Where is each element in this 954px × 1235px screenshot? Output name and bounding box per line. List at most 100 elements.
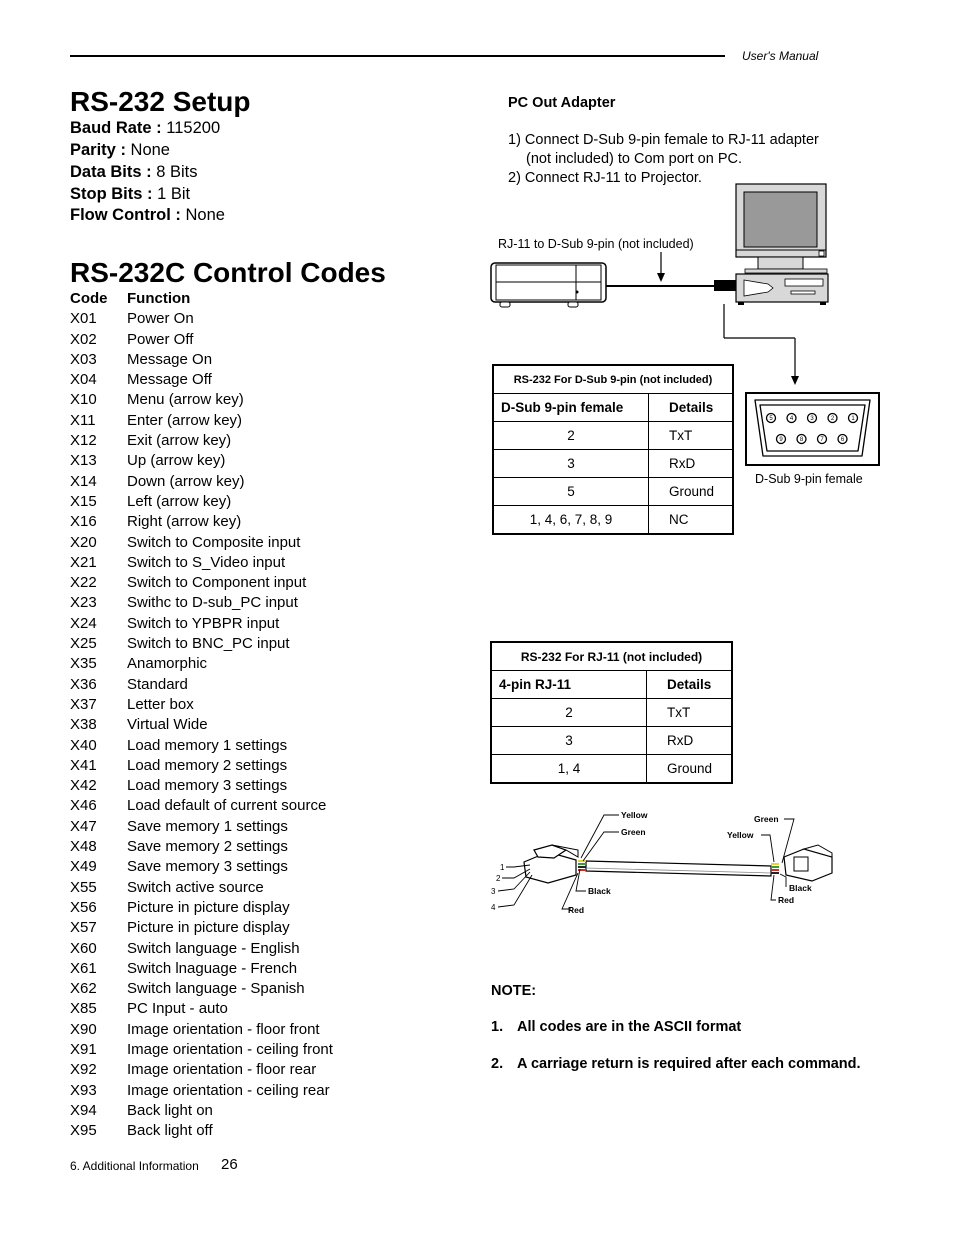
code-row: X62 Switch language - Spanish xyxy=(70,979,333,999)
note-item: 1. All codes are in the ASCII format xyxy=(491,1019,741,1035)
code-row: X16 Right (arrow key) xyxy=(70,512,333,532)
table-caption: RS-232 For RJ-11 (not included) xyxy=(490,641,733,671)
code-row: X92 Image orientation - floor rear xyxy=(70,1060,333,1080)
pin-cell: 1, 4, 6, 7, 8, 9 xyxy=(492,505,649,535)
code-value: X62 xyxy=(70,980,97,998)
code-function: Image orientation - floor rear xyxy=(127,1061,317,1079)
code-row: X49 Save memory 3 settings xyxy=(70,857,333,877)
detail-cell: RxD xyxy=(648,449,734,478)
pin-label: 1 xyxy=(500,863,505,872)
code-function: Switch to YPBPR input xyxy=(127,614,280,632)
computer-icon xyxy=(735,183,829,305)
setup-param-baud-rate: Baud Rate : 115200 xyxy=(70,119,220,138)
setup-param-flow-control: Flow Control : None xyxy=(70,206,225,225)
code-column-header: Code xyxy=(70,290,108,307)
code-function: Menu (arrow key) xyxy=(127,391,244,409)
param-value: 115200 xyxy=(166,119,221,137)
wire-label-black-left: Black xyxy=(588,886,611,896)
code-function: Exit (arrow key) xyxy=(127,432,232,450)
table-row: 1, 4, 6, 7, 8, 9 NC xyxy=(492,505,734,535)
function-column-header: Function xyxy=(127,290,191,307)
detail-cell: Ground xyxy=(646,754,733,784)
code-function: Anamorphic xyxy=(127,655,208,673)
adapter-step-1-cont: (not included) to Com port on PC. xyxy=(526,151,742,167)
wire-label-black-right: Black xyxy=(789,883,812,893)
wire-label-green-right: Green xyxy=(754,814,779,824)
code-function: Switch lnaguage - French xyxy=(127,959,298,977)
code-row: X36 Standard xyxy=(70,675,333,695)
code-value: X90 xyxy=(70,1020,97,1038)
dsub-label: D-Sub 9-pin female xyxy=(755,472,863,486)
note-text: A carriage return is required after each… xyxy=(517,1056,861,1072)
code-row: X95 Back light off xyxy=(70,1121,333,1141)
code-row: X90 Image orientation - floor front xyxy=(70,1020,333,1040)
code-function: Switch to Component input xyxy=(127,574,307,592)
param-label: Flow Control : xyxy=(70,206,181,224)
code-value: X55 xyxy=(70,878,97,896)
code-value: X36 xyxy=(70,675,97,693)
detail-cell: Ground xyxy=(648,477,734,506)
code-function: Image orientation - floor front xyxy=(127,1020,320,1038)
code-row: X38 Virtual Wide xyxy=(70,715,333,735)
table-row: 3 RxD xyxy=(492,449,734,478)
dsub-pin: 7 xyxy=(816,433,828,445)
detail-cell: RxD xyxy=(646,726,733,755)
param-value: 8 Bits xyxy=(156,163,198,181)
code-row: X42 Load memory 3 settings xyxy=(70,776,333,796)
wire-label-red-left: Red xyxy=(568,905,584,915)
note-title: NOTE: xyxy=(491,983,537,999)
page-number: 26 xyxy=(221,1156,238,1173)
code-value: X57 xyxy=(70,919,97,937)
dsub-pin: 3 xyxy=(806,412,818,424)
table-header: Details xyxy=(646,670,733,699)
code-function: PC Input - auto xyxy=(127,1000,228,1018)
code-value: X13 xyxy=(70,452,97,470)
code-value: X56 xyxy=(70,898,97,916)
dsub-pointer-arrow xyxy=(791,376,799,385)
code-function: Switch to Composite input xyxy=(127,533,301,551)
pin-label: 3 xyxy=(491,887,496,896)
table-row: 2 TxT xyxy=(490,698,733,727)
dsub-pin-table: RS-232 For D-Sub 9-pin (not included) D-… xyxy=(492,364,734,535)
pin-cell: 5 xyxy=(492,477,649,506)
code-function: Picture in picture display xyxy=(127,898,290,916)
rj11-plug-right-icon xyxy=(783,844,833,882)
code-function: Swithc to D-sub_PC input xyxy=(127,594,298,612)
pin-cell: 2 xyxy=(490,698,647,727)
header-rule xyxy=(70,55,725,57)
table-row: 2 TxT xyxy=(492,421,734,450)
table-header: Details xyxy=(648,393,734,422)
table-row: 5 Ground xyxy=(492,477,734,506)
code-row: X03 Message On xyxy=(70,350,333,370)
code-row: X48 Save memory 2 settings xyxy=(70,837,333,857)
code-value: X22 xyxy=(70,574,97,592)
code-row: X10 Menu (arrow key) xyxy=(70,390,333,410)
setup-param-stop-bits: Stop Bits : 1 Bit xyxy=(70,185,190,204)
note-text: All codes are in the ASCII format xyxy=(517,1019,742,1035)
code-function: Load default of current source xyxy=(127,797,327,815)
dsub-plug xyxy=(714,280,736,291)
footer-section-label: 6. Additional Information xyxy=(70,1159,199,1173)
setup-title: RS-232 Setup xyxy=(70,86,251,117)
code-row: X40 Load memory 1 settings xyxy=(70,736,333,756)
code-value: X20 xyxy=(70,533,97,551)
code-value: X10 xyxy=(70,391,97,409)
code-function: Power On xyxy=(127,310,194,328)
code-value: X24 xyxy=(70,614,97,632)
code-function: Back light off xyxy=(127,1122,213,1140)
wire-label-green-left: Green xyxy=(621,827,646,837)
table-header: D-Sub 9-pin female xyxy=(492,393,649,422)
code-row: X04 Message Off xyxy=(70,370,333,390)
code-value: X12 xyxy=(70,432,97,450)
code-value: X61 xyxy=(70,959,97,977)
note-number: 2. xyxy=(491,1056,504,1072)
code-value: X40 xyxy=(70,736,97,754)
code-row: X20 Switch to Composite input xyxy=(70,533,333,553)
code-row: X85 PC Input - auto xyxy=(70,999,333,1019)
code-row: X14 Down (arrow key) xyxy=(70,472,333,492)
pin-number-labels: 1 2 3 4 xyxy=(491,863,505,912)
code-value: X91 xyxy=(70,1040,97,1058)
code-function: Load memory 2 settings xyxy=(127,756,288,774)
rj11-cable-diagram: 1 2 3 4 Yellow Green Black Red Green Yel… xyxy=(491,810,833,915)
detail-cell: NC xyxy=(648,505,734,535)
